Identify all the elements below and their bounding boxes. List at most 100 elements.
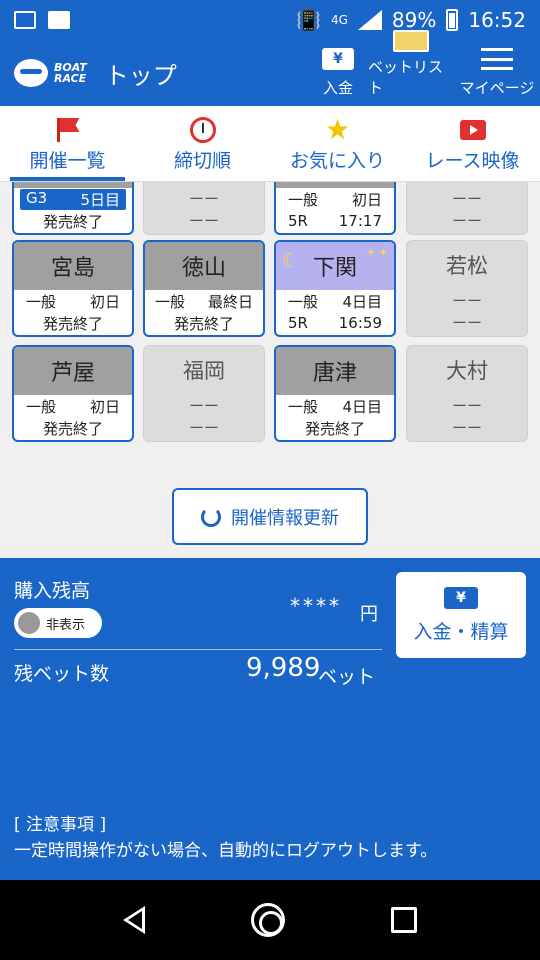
moon-icon: ☾ <box>282 248 300 272</box>
empty-line: ーー <box>188 189 219 208</box>
venue-card-partial-2: ーー ーー <box>143 182 265 235</box>
divider <box>14 649 382 650</box>
bet-ticket-icon <box>393 30 429 52</box>
refresh-info-button[interactable]: 開催情報更新 <box>172 488 368 545</box>
venue-card-fukuoka: 福岡 ーー ーー <box>143 345 265 442</box>
tab-favorites-label: お気に入り <box>289 150 385 172</box>
status-bar: 📳 4G 89% 16:52 <box>0 0 540 40</box>
empty-line: ーー <box>451 396 482 415</box>
empty-line: ーー <box>188 418 219 437</box>
tab-bar: 開催一覧 締切順 ★ お気に入り レース映像 <box>0 106 540 182</box>
image-icon <box>48 11 70 29</box>
venue-card-shimonoseki[interactable]: ☾ 下関 ✦ ✦ 一般 4日目 5R 16:59 <box>274 240 396 337</box>
venue-card-partial-3[interactable]: 一般 初日 5R 17:17 <box>274 182 396 235</box>
toggle-knob <box>18 612 40 634</box>
venue-card-partial-4: ーー ーー <box>406 182 528 235</box>
vibrate-icon: 📳 <box>296 8 321 32</box>
boatrace-logo[interactable]: BOAT RACE <box>14 59 87 87</box>
venue-card-miyajima[interactable]: 宮島 一般 初日 発売終了 <box>12 240 134 337</box>
day-label: 4日目 <box>342 292 382 311</box>
mypage-label: マイページ <box>459 79 535 97</box>
battery-icon <box>446 9 459 31</box>
deposit-settle-button[interactable]: ¥ 入金・精算 <box>396 572 526 658</box>
sale-status: 発売終了 <box>304 419 365 438</box>
venue-name: 芦屋 <box>14 347 132 395</box>
venue-name: 大村 <box>446 359 488 383</box>
notes-title: [ 注意事項 ] <box>14 815 107 835</box>
grade-label: 一般 <box>26 397 57 416</box>
video-icon <box>459 120 486 140</box>
yen-icon: ¥ <box>322 48 354 70</box>
day-label: 初日 <box>351 190 382 209</box>
tab-deadline[interactable]: 締切順 <box>135 106 270 181</box>
tab-race-video[interactable]: レース映像 <box>405 106 540 181</box>
flag-icon <box>56 118 79 142</box>
remaining-bets-label: 残ベット数 <box>14 663 110 685</box>
balance-label: 購入残高 <box>14 580 91 602</box>
venue-name: 宮島 <box>14 242 132 290</box>
home-icon[interactable] <box>251 903 285 937</box>
remaining-bets-unit: ベット <box>318 666 376 688</box>
notes-text: 一定時間操作がない場合、自動的にログアウトします。 <box>14 841 438 861</box>
bet-list-action[interactable]: ベットリスト <box>368 30 454 106</box>
yen-icon: ¥ <box>444 586 478 609</box>
venue-card-wakamatsu: 若松 ーー ーー <box>406 240 528 337</box>
stars-icon: ✦ ✦ <box>366 246 388 259</box>
empty-line: ーー <box>188 396 219 415</box>
tab-favorites[interactable]: ★ お気に入り <box>270 106 405 181</box>
venue-card-ashiya[interactable]: 芦屋 一般 初日 発売終了 <box>12 345 134 442</box>
signal-icon <box>357 10 382 30</box>
hide-balance-toggle[interactable]: 非表示 <box>14 608 102 638</box>
race-number: 5R <box>288 212 308 230</box>
page-title: トップ <box>104 61 177 90</box>
venue-card-karatsu[interactable]: 唐津 一般 4日目 発売終了 <box>274 345 396 442</box>
recent-apps-icon[interactable] <box>391 907 417 933</box>
balance-unit: 円 <box>360 604 378 625</box>
venue-name: 福岡 <box>183 359 225 383</box>
venue-name: 徳山 <box>145 242 263 290</box>
refresh-icon <box>201 506 221 527</box>
star-icon: ★ <box>324 113 351 146</box>
deadline-time: 17:17 <box>338 212 382 230</box>
empty-line: ーー <box>451 418 482 437</box>
venue-card-tokuyama[interactable]: 徳山 一般 最終日 発売終了 <box>143 240 265 337</box>
battery-percent: 89% <box>391 8 437 32</box>
mypage-action[interactable]: マイページ <box>454 40 540 106</box>
empty-line: ーー <box>451 211 482 230</box>
bet-list-label: ベットリスト <box>368 58 444 97</box>
deadline-time: 16:59 <box>338 314 382 332</box>
deposit-action[interactable]: ¥ 入金 <box>308 40 368 106</box>
empty-line: ーー <box>188 211 219 230</box>
alarm-clock-icon <box>189 117 216 143</box>
app-bar: BOAT RACE トップ ¥ 入金 ベットリスト マイページ <box>0 30 540 106</box>
venue-name: 唐津 <box>276 347 394 395</box>
day-label: 4日目 <box>342 397 382 416</box>
sale-status: 発売終了 <box>173 314 234 333</box>
sale-status: 発売終了 <box>42 314 103 333</box>
tab-schedule[interactable]: 開催一覧 <box>0 106 135 181</box>
network-label: 4G <box>330 13 348 27</box>
notes-section: [ 注意事項 ] 一定時間操作がない場合、自動的にログアウトします。 <box>14 812 437 864</box>
tab-schedule-label: 開催一覧 <box>29 150 106 172</box>
back-icon[interactable] <box>123 906 145 934</box>
venue-card-partial-1[interactable]: G3 5日目 発売終了 <box>12 182 134 235</box>
grade-label: 一般 <box>26 292 57 311</box>
day-label: 初日 <box>89 397 120 416</box>
day-label: 5日目 <box>80 190 120 209</box>
empty-line: ーー <box>451 189 482 208</box>
menu-icon <box>481 48 513 70</box>
logo-line2: RACE <box>54 72 87 85</box>
grade-label: 一般 <box>288 292 319 311</box>
empty-line: ーー <box>451 313 482 332</box>
venue-grid: G3 5日目 発売終了 ーー ーー 一般 初日 5R 17:17 ーー ーー 宮島 一… <box>0 182 540 558</box>
deposit-action-label: 入金 <box>322 79 353 97</box>
venue-card-omura: 大村 ーー ーー <box>406 345 528 442</box>
empty-line: ーー <box>451 291 482 310</box>
tab-race-video-label: レース映像 <box>425 150 520 172</box>
deposit-settle-label: 入金・精算 <box>413 620 509 643</box>
mail-icon <box>14 11 36 29</box>
toggle-label: 非表示 <box>46 617 86 633</box>
balance-value: **** <box>290 594 342 618</box>
clock-time: 16:52 <box>468 8 526 32</box>
balance-panel: 購入残高 非表示 **** 円 残ベット数 9,989 ベット ¥ 入金・精算 … <box>0 558 540 880</box>
